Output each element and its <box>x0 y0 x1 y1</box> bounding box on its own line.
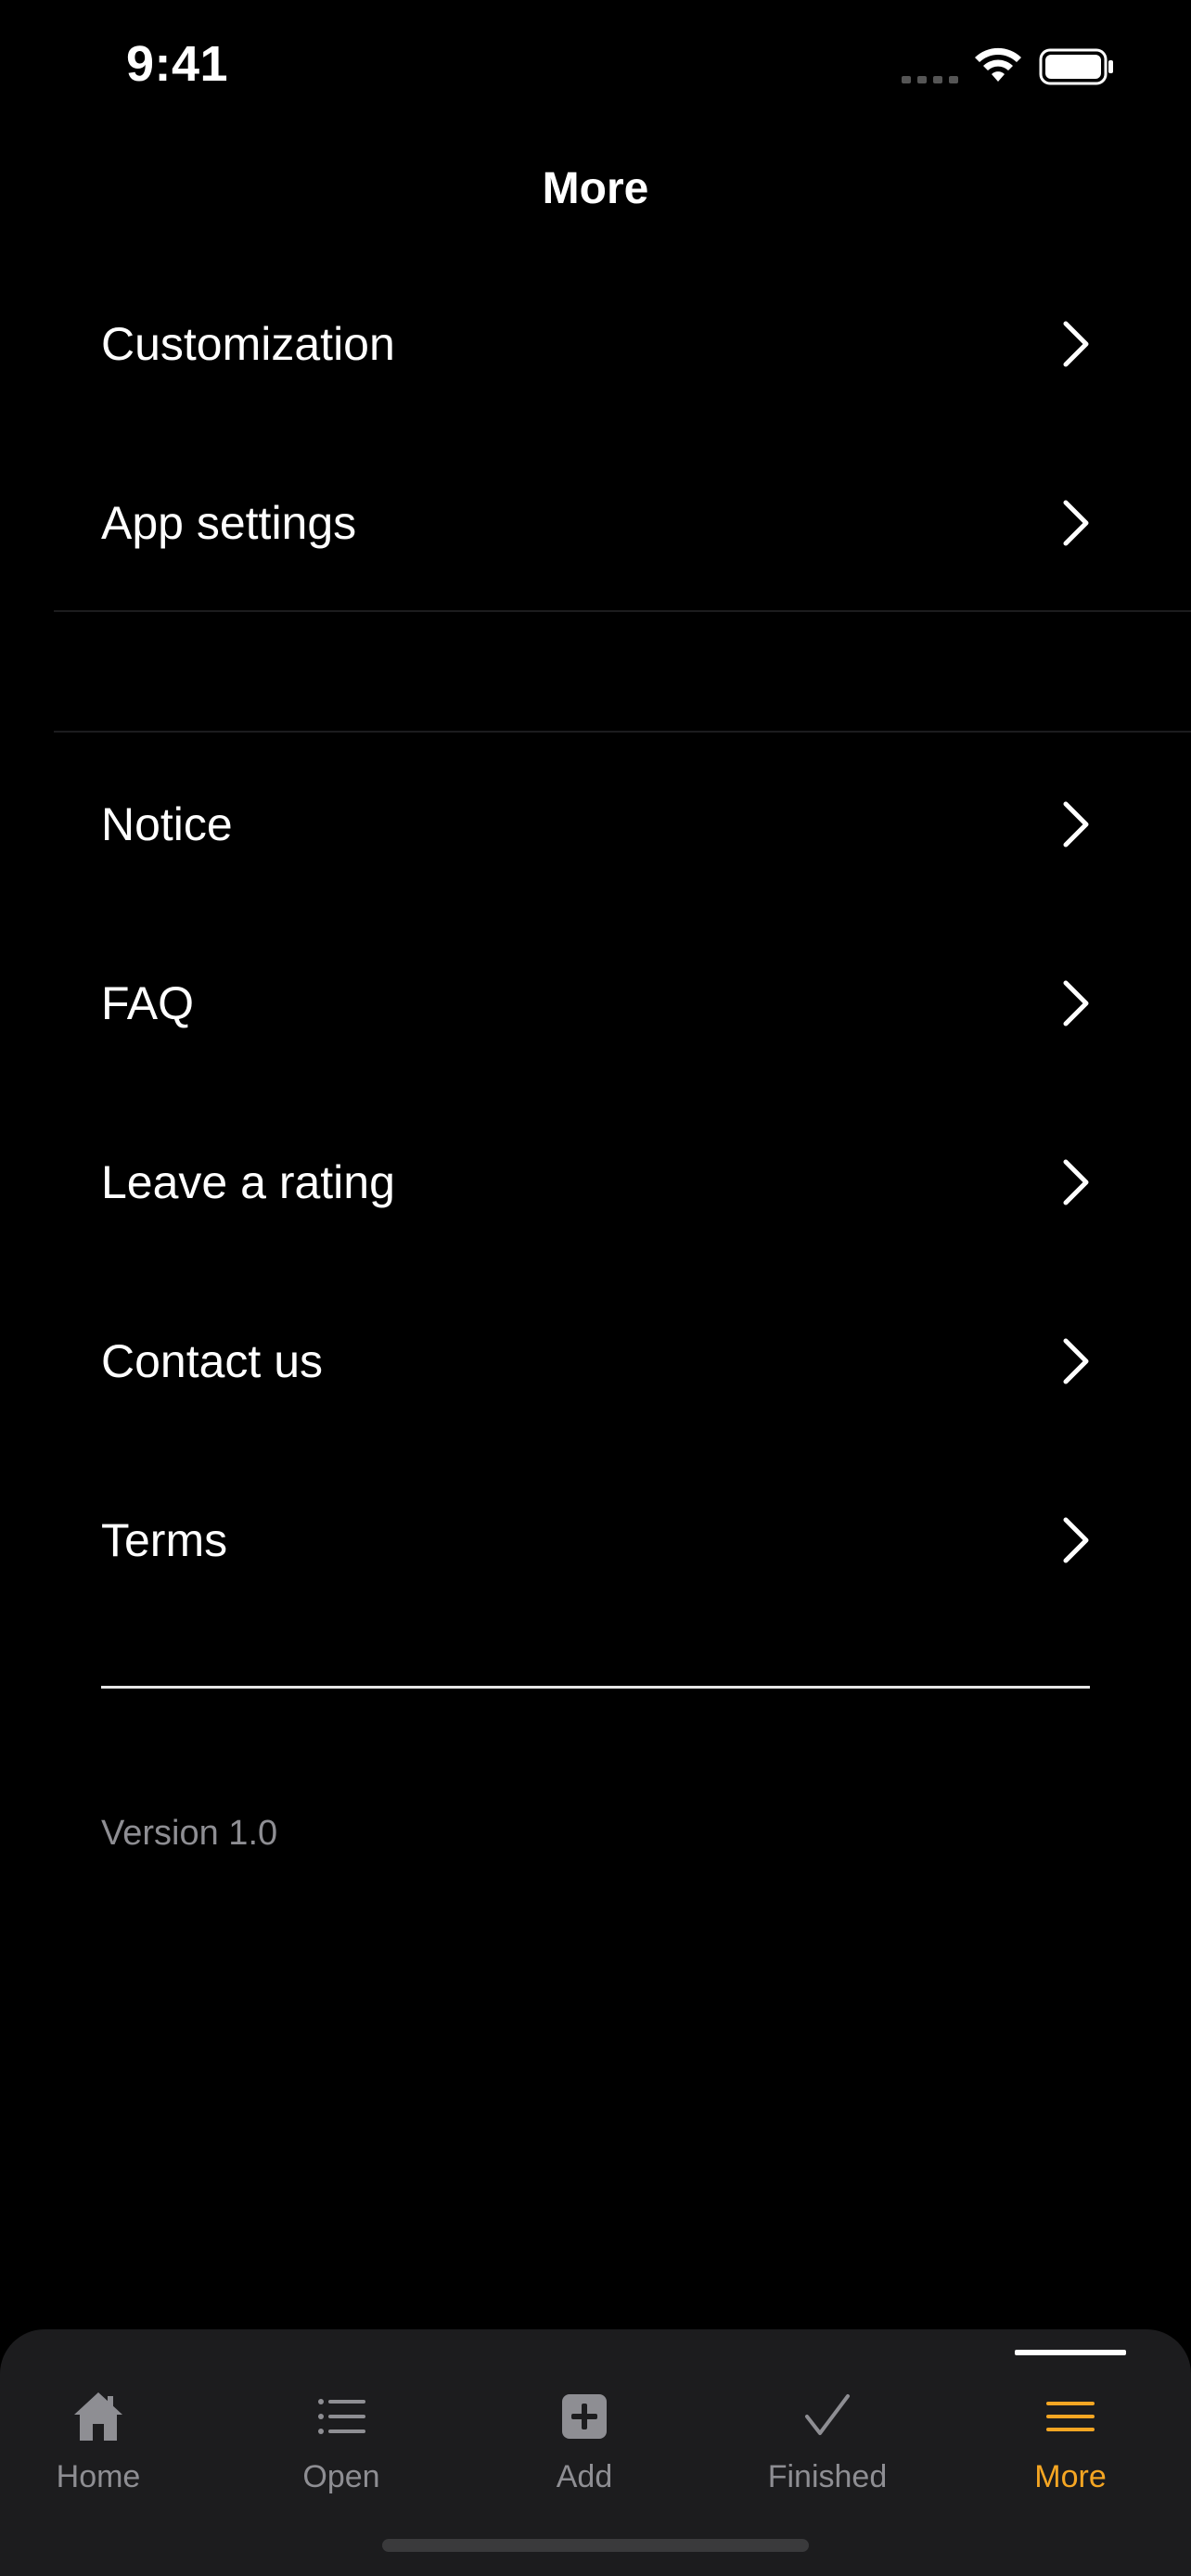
menu-item-label: Customization <box>101 317 395 370</box>
tab-finished[interactable]: Finished <box>725 2376 929 2496</box>
chevron-right-icon <box>1063 801 1089 847</box>
chevron-right-icon <box>1063 980 1089 1026</box>
tab-label: Finished <box>767 2459 888 2494</box>
chevron-right-icon <box>1063 500 1089 545</box>
menu-item-label: Contact us <box>101 1334 324 1387</box>
menu-item-label: FAQ <box>101 976 195 1029</box>
menu-item-customization[interactable]: Customization <box>0 254 1191 433</box>
chevron-right-icon <box>1063 1517 1089 1562</box>
menu-item-label: Terms <box>101 1513 228 1566</box>
footer-divider <box>101 1686 1090 1689</box>
menu-item-app-settings[interactable]: App settings <box>0 433 1191 612</box>
list-icon <box>318 2399 365 2434</box>
menu-item-terms[interactable]: Terms <box>0 1450 1191 1629</box>
tab-label: Add <box>556 2459 613 2494</box>
tab-label: More <box>1034 2459 1107 2494</box>
tab-bar: Home Open Add Finished More <box>0 2329 1191 2576</box>
menu-item-label: Leave a rating <box>101 1155 395 1208</box>
active-tab-indicator <box>1015 2350 1126 2355</box>
section-gap <box>54 612 1191 731</box>
tab-label: Home <box>56 2459 141 2494</box>
battery-icon <box>1039 48 1113 85</box>
section-divider <box>54 731 1191 733</box>
page-title: More <box>542 164 649 213</box>
tab-label: Open <box>302 2459 380 2494</box>
checkmark-icon <box>805 2394 850 2435</box>
status-bar: 9:41 <box>0 0 1191 130</box>
plus-square-icon <box>562 2394 607 2439</box>
menu-item-faq[interactable]: FAQ <box>0 913 1191 1092</box>
tab-home[interactable]: Home <box>0 2376 200 2496</box>
menu-item-contact-us[interactable]: Contact us <box>0 1271 1191 1450</box>
chevron-right-icon <box>1063 1159 1089 1205</box>
tab-more[interactable]: More <box>968 2376 1172 2496</box>
menu-item-label: App settings <box>101 496 357 549</box>
tab-add[interactable]: Add <box>482 2376 686 2496</box>
wifi-icon <box>975 47 1021 82</box>
chevron-right-icon <box>1063 321 1089 366</box>
menu-item-label: Notice <box>101 797 233 850</box>
version-label: Version 1.0 <box>101 1814 278 1853</box>
home-icon <box>74 2392 122 2441</box>
chevron-right-icon <box>1063 1338 1089 1384</box>
status-time: 9:41 <box>126 36 229 92</box>
home-indicator[interactable] <box>382 2539 809 2552</box>
menu-item-leave-a-rating[interactable]: Leave a rating <box>0 1092 1191 1271</box>
menu-icon <box>1046 2402 1095 2431</box>
cellular-signal-icon <box>902 76 958 83</box>
tab-open[interactable]: Open <box>239 2376 443 2496</box>
menu-item-notice[interactable]: Notice <box>0 734 1191 913</box>
